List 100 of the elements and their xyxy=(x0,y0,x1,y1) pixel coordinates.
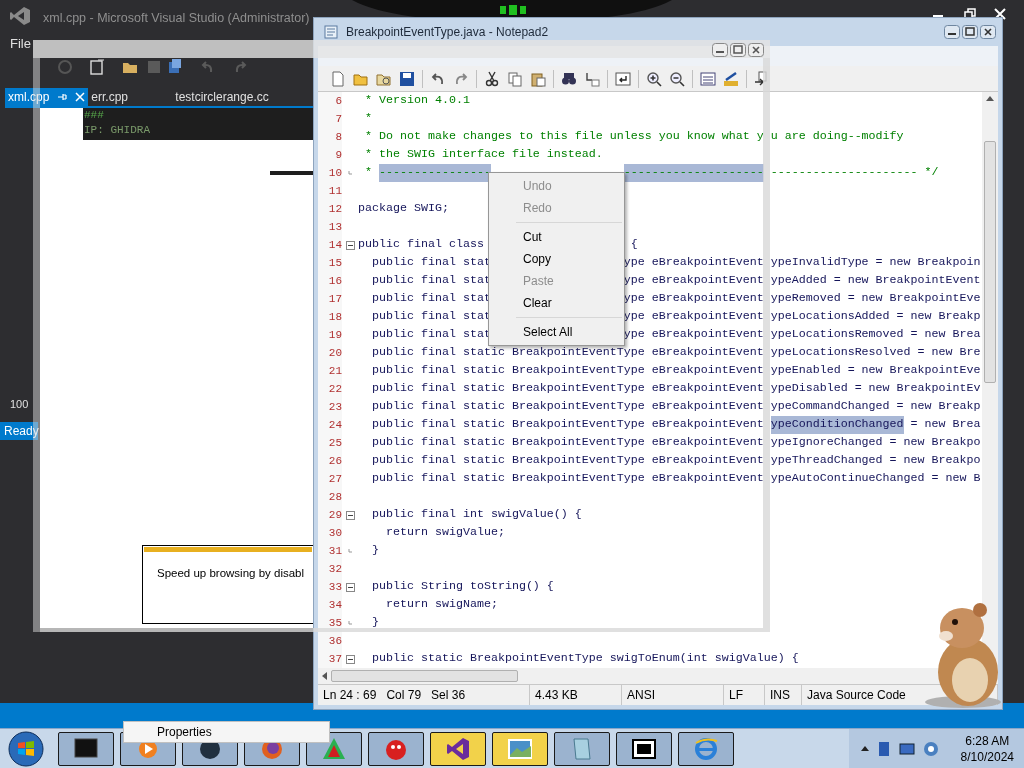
redo-icon[interactable] xyxy=(453,70,469,87)
pin-icon[interactable] xyxy=(57,92,68,102)
new-file-icon[interactable] xyxy=(330,70,346,87)
zoom-out-icon[interactable] xyxy=(669,70,685,87)
code-text: package SWIG; xyxy=(358,200,449,218)
code-text: ypeThreadChanged = new Breakpo xyxy=(770,452,981,470)
volume-icon[interactable] xyxy=(922,740,939,757)
taskbar-button[interactable] xyxy=(58,731,114,766)
line-number: 17 xyxy=(318,290,342,308)
code-text: public static BreakpointEventType swigToEnum(int swigValue) { xyxy=(371,650,799,668)
code-text: * Version 4.0.1 xyxy=(364,92,470,110)
horizontal-scrollbar[interactable] xyxy=(318,668,998,684)
line-number: 30 xyxy=(318,524,342,542)
code-text: public final static BreakpointEventType eBreakpointEvent xyxy=(371,434,764,452)
line-number: 20 xyxy=(318,344,342,362)
close-icon[interactable] xyxy=(980,25,996,39)
code-text: * xyxy=(364,164,373,182)
line-number: 22 xyxy=(318,380,342,398)
taskbar-button[interactable] xyxy=(368,731,424,766)
replace-icon[interactable] xyxy=(584,70,600,87)
taskbar-button[interactable] xyxy=(616,731,672,766)
collapse-icon[interactable] xyxy=(345,654,355,664)
code-text: * the SWIG interface file instead. xyxy=(364,146,603,164)
window-icon[interactable] xyxy=(700,70,716,87)
line-number: 21 xyxy=(318,362,342,380)
context-menu[interactable]: Properties xyxy=(123,721,330,743)
undo-icon[interactable] xyxy=(430,70,446,87)
line-number: 13 xyxy=(318,218,342,236)
code-text: ype eBreakpointEvent xyxy=(623,290,764,308)
maximize-icon[interactable] xyxy=(730,43,746,57)
tab[interactable]: xml.cpp xyxy=(5,88,89,106)
menu-item[interactable]: Cut xyxy=(489,226,624,248)
start-icon[interactable] xyxy=(8,730,44,767)
menu-item[interactable]: Copy xyxy=(489,248,624,270)
menu-item[interactable]: Clear xyxy=(489,292,624,314)
line-number: 8 xyxy=(318,128,342,146)
status-text: LF xyxy=(729,687,743,704)
cut-icon[interactable] xyxy=(484,70,500,87)
taskbar-button[interactable] xyxy=(678,731,734,766)
code-text: } xyxy=(371,542,379,560)
status-text: Java Source Code xyxy=(807,687,906,704)
line-number: 34 xyxy=(318,596,342,614)
tab[interactable]: testcirclerange.cc xyxy=(172,88,272,106)
zoom-in-icon[interactable] xyxy=(646,70,662,87)
code-text: ype eBreakpointEvent xyxy=(623,254,764,272)
network-icon[interactable] xyxy=(876,740,891,757)
find-icon[interactable] xyxy=(561,70,577,87)
code-text: public final static BreakpointEventType eBreakpointEvent xyxy=(371,344,764,362)
word-wrap-icon[interactable] xyxy=(615,70,631,87)
line-number: 7 xyxy=(318,110,342,128)
monitor-icon[interactable] xyxy=(898,741,915,756)
clock-time[interactable]: 6:28 AM xyxy=(965,732,1010,749)
collapse-icon[interactable] xyxy=(345,582,355,592)
minimize-icon[interactable] xyxy=(944,25,960,39)
visual-studio-logo-icon xyxy=(9,6,31,26)
status-text: Sel 36 xyxy=(431,687,466,704)
vertical-scrollbar[interactable] xyxy=(982,92,998,668)
taskbar-button[interactable] xyxy=(430,731,486,766)
code-text: } xyxy=(371,614,379,632)
code-text: public final class xyxy=(358,236,485,254)
notepad-icon xyxy=(324,25,338,39)
tab[interactable]: err.cpp xyxy=(88,88,173,106)
minimize-icon[interactable] xyxy=(712,43,728,57)
folder-icon[interactable] xyxy=(122,60,138,74)
taskbar-button[interactable] xyxy=(554,731,610,766)
line-number: 16 xyxy=(318,272,342,290)
code-text: public final static BreakpointEventType eBreakpointEvent xyxy=(371,380,764,398)
close-icon[interactable] xyxy=(748,43,764,57)
save-icon[interactable] xyxy=(399,70,415,87)
line-number: 10 xyxy=(318,164,342,182)
line-number: 33 xyxy=(318,578,342,596)
edit-scheme-icon[interactable] xyxy=(723,70,739,87)
line-number: 27 xyxy=(318,470,342,488)
code-text: ype eBreakpointEvent xyxy=(623,308,764,326)
paste-icon[interactable] xyxy=(530,70,546,87)
window-title: BreakpointEventType.java - Notepad2 xyxy=(346,24,549,41)
clock-date[interactable]: 8/10/2024 xyxy=(960,748,1014,765)
new-project-icon[interactable] xyxy=(89,59,105,75)
zoom-level[interactable]: 100 xyxy=(10,396,29,413)
save-all-icon[interactable] xyxy=(168,58,182,74)
scroll-thumb[interactable] xyxy=(984,141,996,383)
collapse-icon[interactable] xyxy=(345,240,355,250)
line-number: 26 xyxy=(318,452,342,470)
code-text: ypeIgnoreChanged = new Breakpo xyxy=(770,434,981,452)
scroll-left-icon[interactable] xyxy=(322,672,327,680)
copy-icon[interactable] xyxy=(507,70,523,87)
output-line: ### xyxy=(84,108,105,123)
code-text: ypeInvalidType = new Breakpoin xyxy=(770,254,981,272)
scroll-thumb[interactable] xyxy=(331,670,518,682)
menu-item[interactable]: Select All xyxy=(489,321,624,343)
taskbar-button[interactable] xyxy=(492,731,548,766)
code-text: ypeConditionChanged xyxy=(770,416,904,434)
line-number: 32 xyxy=(318,560,342,578)
code-text: ype eBreakpointEvent xyxy=(623,272,764,290)
maximize-icon[interactable] xyxy=(962,25,978,39)
scroll-up-icon[interactable] xyxy=(986,96,994,101)
caret-up-icon[interactable] xyxy=(860,746,869,751)
line-number: 29 xyxy=(318,506,342,524)
menu-item[interactable]: File xyxy=(10,34,31,54)
collapse-icon[interactable] xyxy=(345,510,355,520)
